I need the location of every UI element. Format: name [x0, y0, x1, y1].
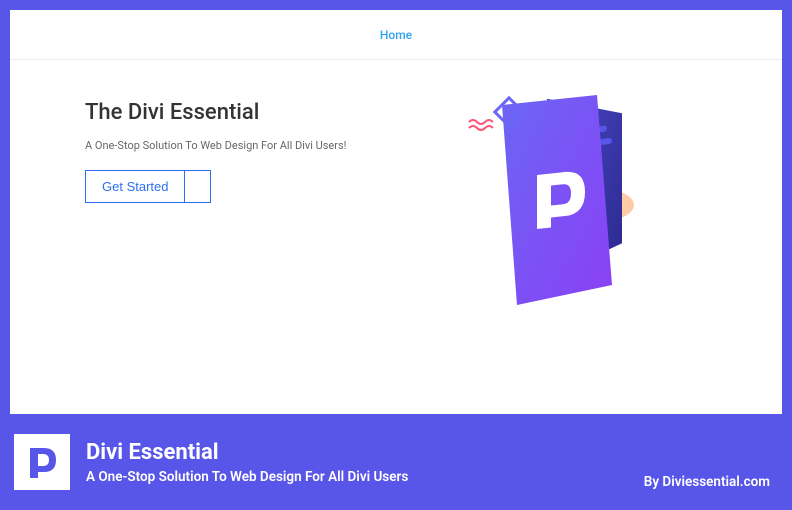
get-started-button[interactable]: Get Started — [85, 170, 185, 203]
hero-subtitle: A One-Stop Solution To Web Design For Al… — [85, 139, 376, 152]
footer-subtitle: A One-Stop Solution To Web Design For Al… — [86, 469, 628, 485]
secondary-button[interactable] — [185, 170, 211, 203]
page-frame: Home The Divi Essential A One-Stop Solut… — [10, 10, 782, 414]
hero-title: The Divi Essential — [85, 100, 376, 125]
footer-title: Divi Essential — [86, 440, 628, 465]
nav-bar: Home — [10, 10, 782, 60]
footer-byline: By Diviessential.com — [644, 474, 778, 500]
hero-illustration-wrap — [416, 90, 707, 320]
button-row: Get Started — [85, 170, 376, 203]
hero-illustration — [467, 90, 657, 320]
footer-text: Divi Essential A One-Stop Solution To We… — [86, 440, 628, 485]
divi-logo-icon — [24, 444, 60, 480]
footer-logo — [14, 434, 70, 490]
footer-bar: Divi Essential A One-Stop Solution To We… — [10, 424, 782, 500]
hero-content: The Divi Essential A One-Stop Solution T… — [85, 90, 376, 320]
hero-section: The Divi Essential A One-Stop Solution T… — [10, 60, 782, 320]
nav-home-link[interactable]: Home — [380, 28, 412, 42]
